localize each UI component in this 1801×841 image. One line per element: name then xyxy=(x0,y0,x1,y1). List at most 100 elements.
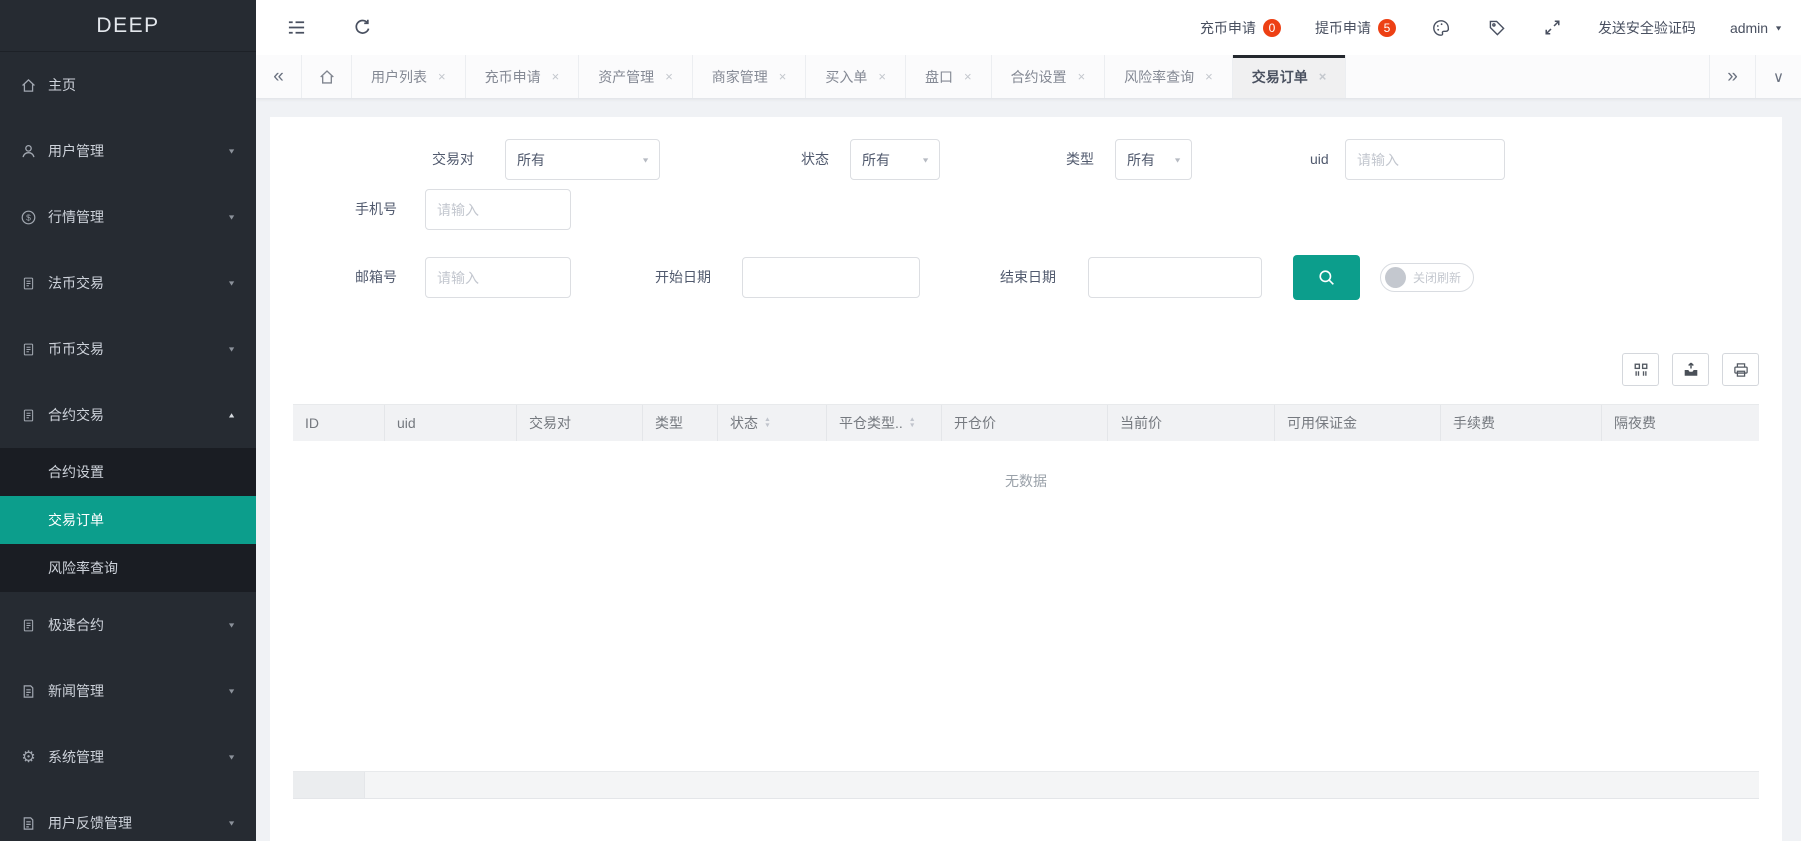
collapse-menu-icon[interactable] xyxy=(284,16,308,40)
withdraw-apply-counter[interactable]: 提币申请 5 xyxy=(1315,18,1396,38)
sidebar-item-coin-trade[interactable]: 币币交易 ▼ xyxy=(0,316,256,382)
col-uid: uid xyxy=(385,405,517,441)
phone-input[interactable] xyxy=(425,189,571,230)
col-pair: 交易对 xyxy=(517,405,643,441)
tab-home[interactable] xyxy=(302,55,352,98)
sidebar-item-label: 用户反馈管理 xyxy=(48,813,227,833)
dollar-icon: $ xyxy=(20,208,37,226)
chevron-down-icon: ▼ xyxy=(227,345,236,353)
phone-label: 手机号 xyxy=(355,189,397,230)
submenu-item-contract-settings[interactable]: 合约设置 xyxy=(0,448,256,496)
document-icon xyxy=(20,340,37,358)
deposit-apply-label: 充币申请 xyxy=(1200,18,1256,38)
news-icon xyxy=(20,814,37,832)
pair-select[interactable]: 所有 ▼ xyxy=(505,139,660,180)
columns-icon xyxy=(1632,361,1650,379)
email-label: 邮箱号 xyxy=(355,257,397,298)
print-button[interactable] xyxy=(1722,353,1759,386)
user-icon xyxy=(20,142,37,160)
user-menu[interactable]: admin ▼ xyxy=(1730,20,1783,36)
tab-buy-order[interactable]: 买入单 × xyxy=(806,55,906,98)
sort-desc-icon: ▼ xyxy=(909,423,916,428)
sidebar-item-contract-trade[interactable]: 合约交易 ▲ xyxy=(0,382,256,448)
tab-asset-mgmt[interactable]: 资产管理 × xyxy=(579,55,693,98)
auto-refresh-toggle[interactable]: 关闭刷新 xyxy=(1380,263,1474,292)
sidebar-item-express-contract[interactable]: 极速合约 ▼ xyxy=(0,592,256,658)
tab-trade-order[interactable]: 交易订单 × xyxy=(1233,55,1347,98)
tab-label: 买入单 xyxy=(825,67,867,87)
sort-control[interactable]: ▲▼ xyxy=(909,417,916,429)
submenu-item-trade-order[interactable]: 交易订单 xyxy=(0,496,256,544)
close-icon[interactable]: × xyxy=(779,69,787,84)
tab-risk-rate-query[interactable]: 风险率查询 × xyxy=(1105,55,1233,98)
start-date-input[interactable] xyxy=(742,257,920,298)
sidebar-item-label: 用户管理 xyxy=(48,141,227,161)
document-icon xyxy=(20,616,37,634)
tab-user-list[interactable]: 用户列表 × xyxy=(352,55,466,98)
withdraw-apply-label: 提币申请 xyxy=(1315,18,1371,38)
username: admin xyxy=(1730,20,1768,36)
close-icon[interactable]: × xyxy=(552,69,560,84)
col-fee: 手续费 xyxy=(1441,405,1602,441)
column-settings-button[interactable] xyxy=(1622,353,1659,386)
scroll-tabs-right-button[interactable]: » xyxy=(1709,55,1755,98)
end-date-input[interactable] xyxy=(1088,257,1262,298)
send-security-code-button[interactable]: 发送安全验证码 xyxy=(1598,18,1696,38)
close-icon[interactable]: × xyxy=(964,69,972,84)
submenu-item-risk-rate-query[interactable]: 风险率查询 xyxy=(0,544,256,592)
chevron-down-icon: ▼ xyxy=(227,819,236,827)
tab-orderbook[interactable]: 盘口 × xyxy=(906,55,992,98)
close-icon[interactable]: × xyxy=(665,69,673,84)
export-icon xyxy=(1682,361,1700,379)
gear-icon: ⚙ xyxy=(20,748,37,766)
tab-merchant-mgmt[interactable]: 商家管理 × xyxy=(693,55,807,98)
svg-text:$: $ xyxy=(26,212,31,222)
uid-input[interactable] xyxy=(1345,139,1505,180)
deposit-apply-counter[interactable]: 充币申请 0 xyxy=(1200,18,1281,38)
chevron-down-icon: ▼ xyxy=(1774,24,1783,32)
chevron-down-icon: ▼ xyxy=(227,147,236,155)
chevron-down-icon: ▼ xyxy=(641,156,650,164)
sidebar-item-system-mgmt[interactable]: ⚙ 系统管理 ▼ xyxy=(0,724,256,790)
col-type: 类型 xyxy=(643,405,718,441)
scroll-tabs-left-button[interactable]: « xyxy=(256,55,302,98)
status-select[interactable]: 所有 ▼ xyxy=(850,139,940,180)
email-input[interactable] xyxy=(425,257,571,298)
close-icon[interactable]: × xyxy=(1205,69,1213,84)
sidebar-item-market-mgmt[interactable]: $ 行情管理 ▼ xyxy=(0,184,256,250)
sort-control[interactable]: ▲▼ xyxy=(764,417,771,429)
tab-contract-settings[interactable]: 合约设置 × xyxy=(992,55,1106,98)
sidebar-item-news-mgmt[interactable]: 新闻管理 ▼ xyxy=(0,658,256,724)
close-icon[interactable]: × xyxy=(1319,69,1327,84)
sidebar-item-label: 新闻管理 xyxy=(48,681,227,701)
tag-icon[interactable] xyxy=(1486,17,1508,39)
home-icon xyxy=(20,76,37,94)
col-status: 状态 ▲▼ xyxy=(718,405,827,441)
export-button[interactable] xyxy=(1672,353,1709,386)
sidebar-item-home[interactable]: 主页 xyxy=(0,52,256,118)
sidebar-item-user-mgmt[interactable]: 用户管理 ▼ xyxy=(0,118,256,184)
sidebar-item-fiat-trade[interactable]: 法币交易 ▼ xyxy=(0,250,256,316)
search-button[interactable] xyxy=(1293,255,1360,300)
sidebar-item-label: 币币交易 xyxy=(48,339,227,359)
close-icon[interactable]: × xyxy=(878,69,886,84)
status-label: 状态 xyxy=(801,139,829,180)
sidebar-item-label: 极速合约 xyxy=(48,615,227,635)
theme-palette-icon[interactable] xyxy=(1430,17,1452,39)
col-overnight-fee: 隔夜费 xyxy=(1602,405,1759,441)
tabs-menu-button[interactable]: ∨ xyxy=(1755,55,1801,98)
fullscreen-icon[interactable] xyxy=(1542,17,1564,39)
refresh-icon[interactable] xyxy=(350,16,374,40)
top-header: 充币申请 0 提币申请 5 发送安全验证码 admin ▼ xyxy=(256,0,1801,55)
tab-deposit-apply[interactable]: 充币申请 × xyxy=(466,55,580,98)
uid-label: uid xyxy=(1310,139,1329,180)
tab-label: 交易订单 xyxy=(1252,67,1308,87)
search-icon xyxy=(1317,268,1336,287)
type-select[interactable]: 所有 ▼ xyxy=(1115,139,1192,180)
type-label: 类型 xyxy=(1066,139,1094,180)
sidebar-item-feedback-mgmt[interactable]: 用户反馈管理 ▼ xyxy=(0,790,256,841)
table-header-row: ID uid 交易对 类型 状态 ▲▼ 平仓类型.. ▲▼ 开仓价 当前价 可用… xyxy=(293,404,1759,441)
close-icon[interactable]: × xyxy=(438,69,446,84)
close-icon[interactable]: × xyxy=(1078,69,1086,84)
chevron-up-icon: ▲ xyxy=(227,411,236,419)
